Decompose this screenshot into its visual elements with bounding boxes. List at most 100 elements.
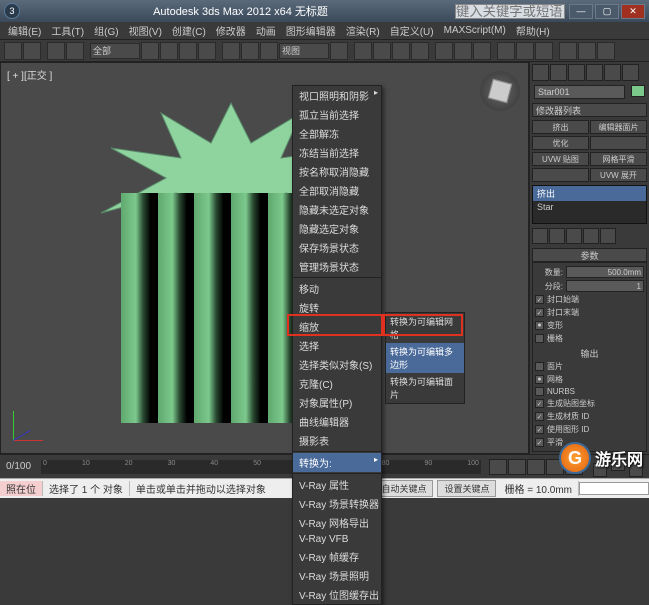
layers-button[interactable] bbox=[473, 42, 491, 60]
display-tab[interactable] bbox=[604, 64, 621, 81]
scale-button[interactable] bbox=[260, 42, 278, 60]
amount-spinner[interactable]: 500.0mm bbox=[566, 266, 644, 278]
utilities-tab[interactable] bbox=[622, 64, 639, 81]
autokey-button[interactable]: 自动关键点 bbox=[374, 480, 433, 497]
button-b22[interactable] bbox=[590, 136, 647, 150]
select-region-button[interactable] bbox=[179, 42, 197, 60]
ctx-unfreeze-all[interactable]: 全部解冻 bbox=[293, 124, 381, 143]
menu-maxscript[interactable]: MAXScript(M) bbox=[440, 24, 510, 37]
ctx-freeze-sel[interactable]: 冻结当前选择 bbox=[293, 143, 381, 162]
configure-sets-button[interactable] bbox=[600, 228, 616, 244]
out-patch-radio[interactable] bbox=[535, 362, 544, 371]
prev-frame-button[interactable] bbox=[508, 459, 526, 475]
hierarchy-tab[interactable] bbox=[568, 64, 585, 81]
ctx-hide-unsel[interactable]: 隐藏未选定对象 bbox=[293, 200, 381, 219]
edit-patch-button[interactable]: 编辑器面片 bbox=[590, 120, 647, 134]
ctx-vray-props[interactable]: V-Ray 属性 bbox=[293, 475, 381, 494]
maximize-button[interactable]: ▢ bbox=[595, 4, 619, 19]
snap-button[interactable] bbox=[354, 42, 372, 60]
menu-grapheditors[interactable]: 图形编辑器 bbox=[282, 22, 340, 39]
ref-coord-dropdown[interactable]: 视图 bbox=[279, 43, 329, 59]
grid-radio[interactable] bbox=[535, 334, 544, 343]
setkey-button[interactable]: 设置关键点 bbox=[437, 480, 496, 497]
goto-start-button[interactable] bbox=[489, 459, 507, 475]
stack-item-star[interactable]: Star bbox=[533, 201, 646, 213]
menu-animation[interactable]: 动画 bbox=[252, 22, 280, 39]
sub-edit-patch[interactable]: 转换为可编辑面片 bbox=[386, 373, 464, 403]
smooth-checkbox[interactable]: ✓ bbox=[535, 438, 544, 447]
object-color-swatch[interactable] bbox=[631, 85, 645, 97]
render-frame-button[interactable] bbox=[578, 42, 596, 60]
uvwmap-button[interactable]: UVW 贴图 bbox=[532, 152, 589, 166]
out-nurbs-radio[interactable] bbox=[535, 387, 544, 396]
viewport-label[interactable]: [ + ][正交 ] bbox=[7, 67, 52, 82]
modify-tab[interactable] bbox=[550, 64, 567, 81]
ctx-vray-scene-conv[interactable]: V-Ray 场景转换器 bbox=[293, 494, 381, 513]
select-button[interactable] bbox=[141, 42, 159, 60]
angle-snap-button[interactable] bbox=[373, 42, 391, 60]
make-unique-button[interactable] bbox=[566, 228, 582, 244]
minimize-button[interactable]: — bbox=[569, 4, 593, 19]
menu-tools[interactable]: 工具(T) bbox=[47, 22, 88, 39]
cap-end-checkbox[interactable]: ✓ bbox=[535, 308, 544, 317]
move-button[interactable] bbox=[222, 42, 240, 60]
optimize-button[interactable]: 优化 bbox=[532, 136, 589, 150]
pin-stack-button[interactable] bbox=[532, 228, 548, 244]
stack-item-extrude[interactable]: 挤出 bbox=[533, 186, 646, 201]
ctx-vray-lighting[interactable]: V-Ray 场景照明 bbox=[293, 566, 381, 585]
ctx-move[interactable]: 移动 bbox=[293, 279, 381, 298]
menu-group[interactable]: 组(G) bbox=[90, 22, 122, 39]
object-name-field[interactable]: Star001 bbox=[534, 85, 625, 99]
ctx-unhide-all[interactable]: 全部取消隐藏 bbox=[293, 181, 381, 200]
uvw-unwrap-button[interactable]: UVW 展开 bbox=[590, 168, 647, 182]
ctx-vray-vfb[interactable]: V-Ray VFB bbox=[293, 532, 381, 547]
pivot-button[interactable] bbox=[330, 42, 348, 60]
ctx-dope-sheet[interactable]: 摄影表 bbox=[293, 431, 381, 450]
meshsmooth-button[interactable]: 网格平滑 bbox=[590, 152, 647, 166]
ctx-vray-fb[interactable]: V-Ray 帧缓存 bbox=[293, 547, 381, 566]
link-button[interactable] bbox=[47, 42, 65, 60]
undo-button[interactable] bbox=[4, 42, 22, 60]
ctx-select-similar[interactable]: 选择类似对象(S) bbox=[293, 355, 381, 374]
button-b41[interactable] bbox=[532, 168, 589, 182]
ctx-select[interactable]: 选择 bbox=[293, 336, 381, 355]
ctx-save-state[interactable]: 保存场景状态 bbox=[293, 238, 381, 257]
menu-modifiers[interactable]: 修改器 bbox=[212, 22, 250, 39]
motion-tab[interactable] bbox=[586, 64, 603, 81]
rotate-button[interactable] bbox=[241, 42, 259, 60]
ctx-unhide-by-name[interactable]: 按名称取消隐藏 bbox=[293, 162, 381, 181]
schematic-button[interactable] bbox=[516, 42, 534, 60]
time-slider[interactable]: 0102030405060708090100 bbox=[41, 460, 481, 474]
ctx-clone[interactable]: 克隆(C) bbox=[293, 374, 381, 393]
out-mesh-radio[interactable]: ● bbox=[535, 375, 544, 384]
close-button[interactable]: ✕ bbox=[621, 4, 645, 19]
play-button[interactable] bbox=[527, 459, 545, 475]
sub-edit-poly[interactable]: 转换为可编辑多边形 bbox=[386, 343, 464, 373]
menu-edit[interactable]: 编辑(E) bbox=[4, 22, 45, 39]
selection-filter-dropdown[interactable]: 全部 bbox=[90, 43, 140, 59]
spinner-snap-button[interactable] bbox=[411, 42, 429, 60]
ctx-scale[interactable]: 缩放 bbox=[293, 317, 381, 336]
curve-editor-button[interactable] bbox=[497, 42, 515, 60]
help-search-input[interactable] bbox=[455, 4, 565, 19]
ctx-curve-editor[interactable]: 曲线编辑器 bbox=[293, 412, 381, 431]
modifier-stack[interactable]: 挤出 Star bbox=[532, 185, 647, 224]
remove-modifier-button[interactable] bbox=[583, 228, 599, 244]
menu-view[interactable]: 视图(V) bbox=[125, 22, 166, 39]
window-crossing-button[interactable] bbox=[198, 42, 216, 60]
gen-matid-checkbox[interactable]: ✓ bbox=[535, 412, 544, 421]
gen-mapping-checkbox[interactable]: ✓ bbox=[535, 399, 544, 408]
segments-spinner[interactable]: 1 bbox=[566, 280, 644, 292]
modifier-list-dropdown[interactable]: 修改器列表 bbox=[532, 103, 647, 117]
menu-create[interactable]: 创建(C) bbox=[168, 22, 210, 39]
ctx-convert-to[interactable]: 转换为: bbox=[293, 453, 381, 472]
ctx-rotate[interactable]: 旋转 bbox=[293, 298, 381, 317]
ctx-obj-props[interactable]: 对象属性(P) bbox=[293, 393, 381, 412]
material-editor-button[interactable] bbox=[535, 42, 553, 60]
ctx-manage-state[interactable]: 管理场景状态 bbox=[293, 257, 381, 276]
align-button[interactable] bbox=[454, 42, 472, 60]
unlink-button[interactable] bbox=[66, 42, 84, 60]
sub-edit-mesh[interactable]: 转换为可编辑网格 bbox=[386, 313, 464, 343]
menu-help[interactable]: 帮助(H) bbox=[512, 22, 554, 39]
render-setup-button[interactable] bbox=[559, 42, 577, 60]
